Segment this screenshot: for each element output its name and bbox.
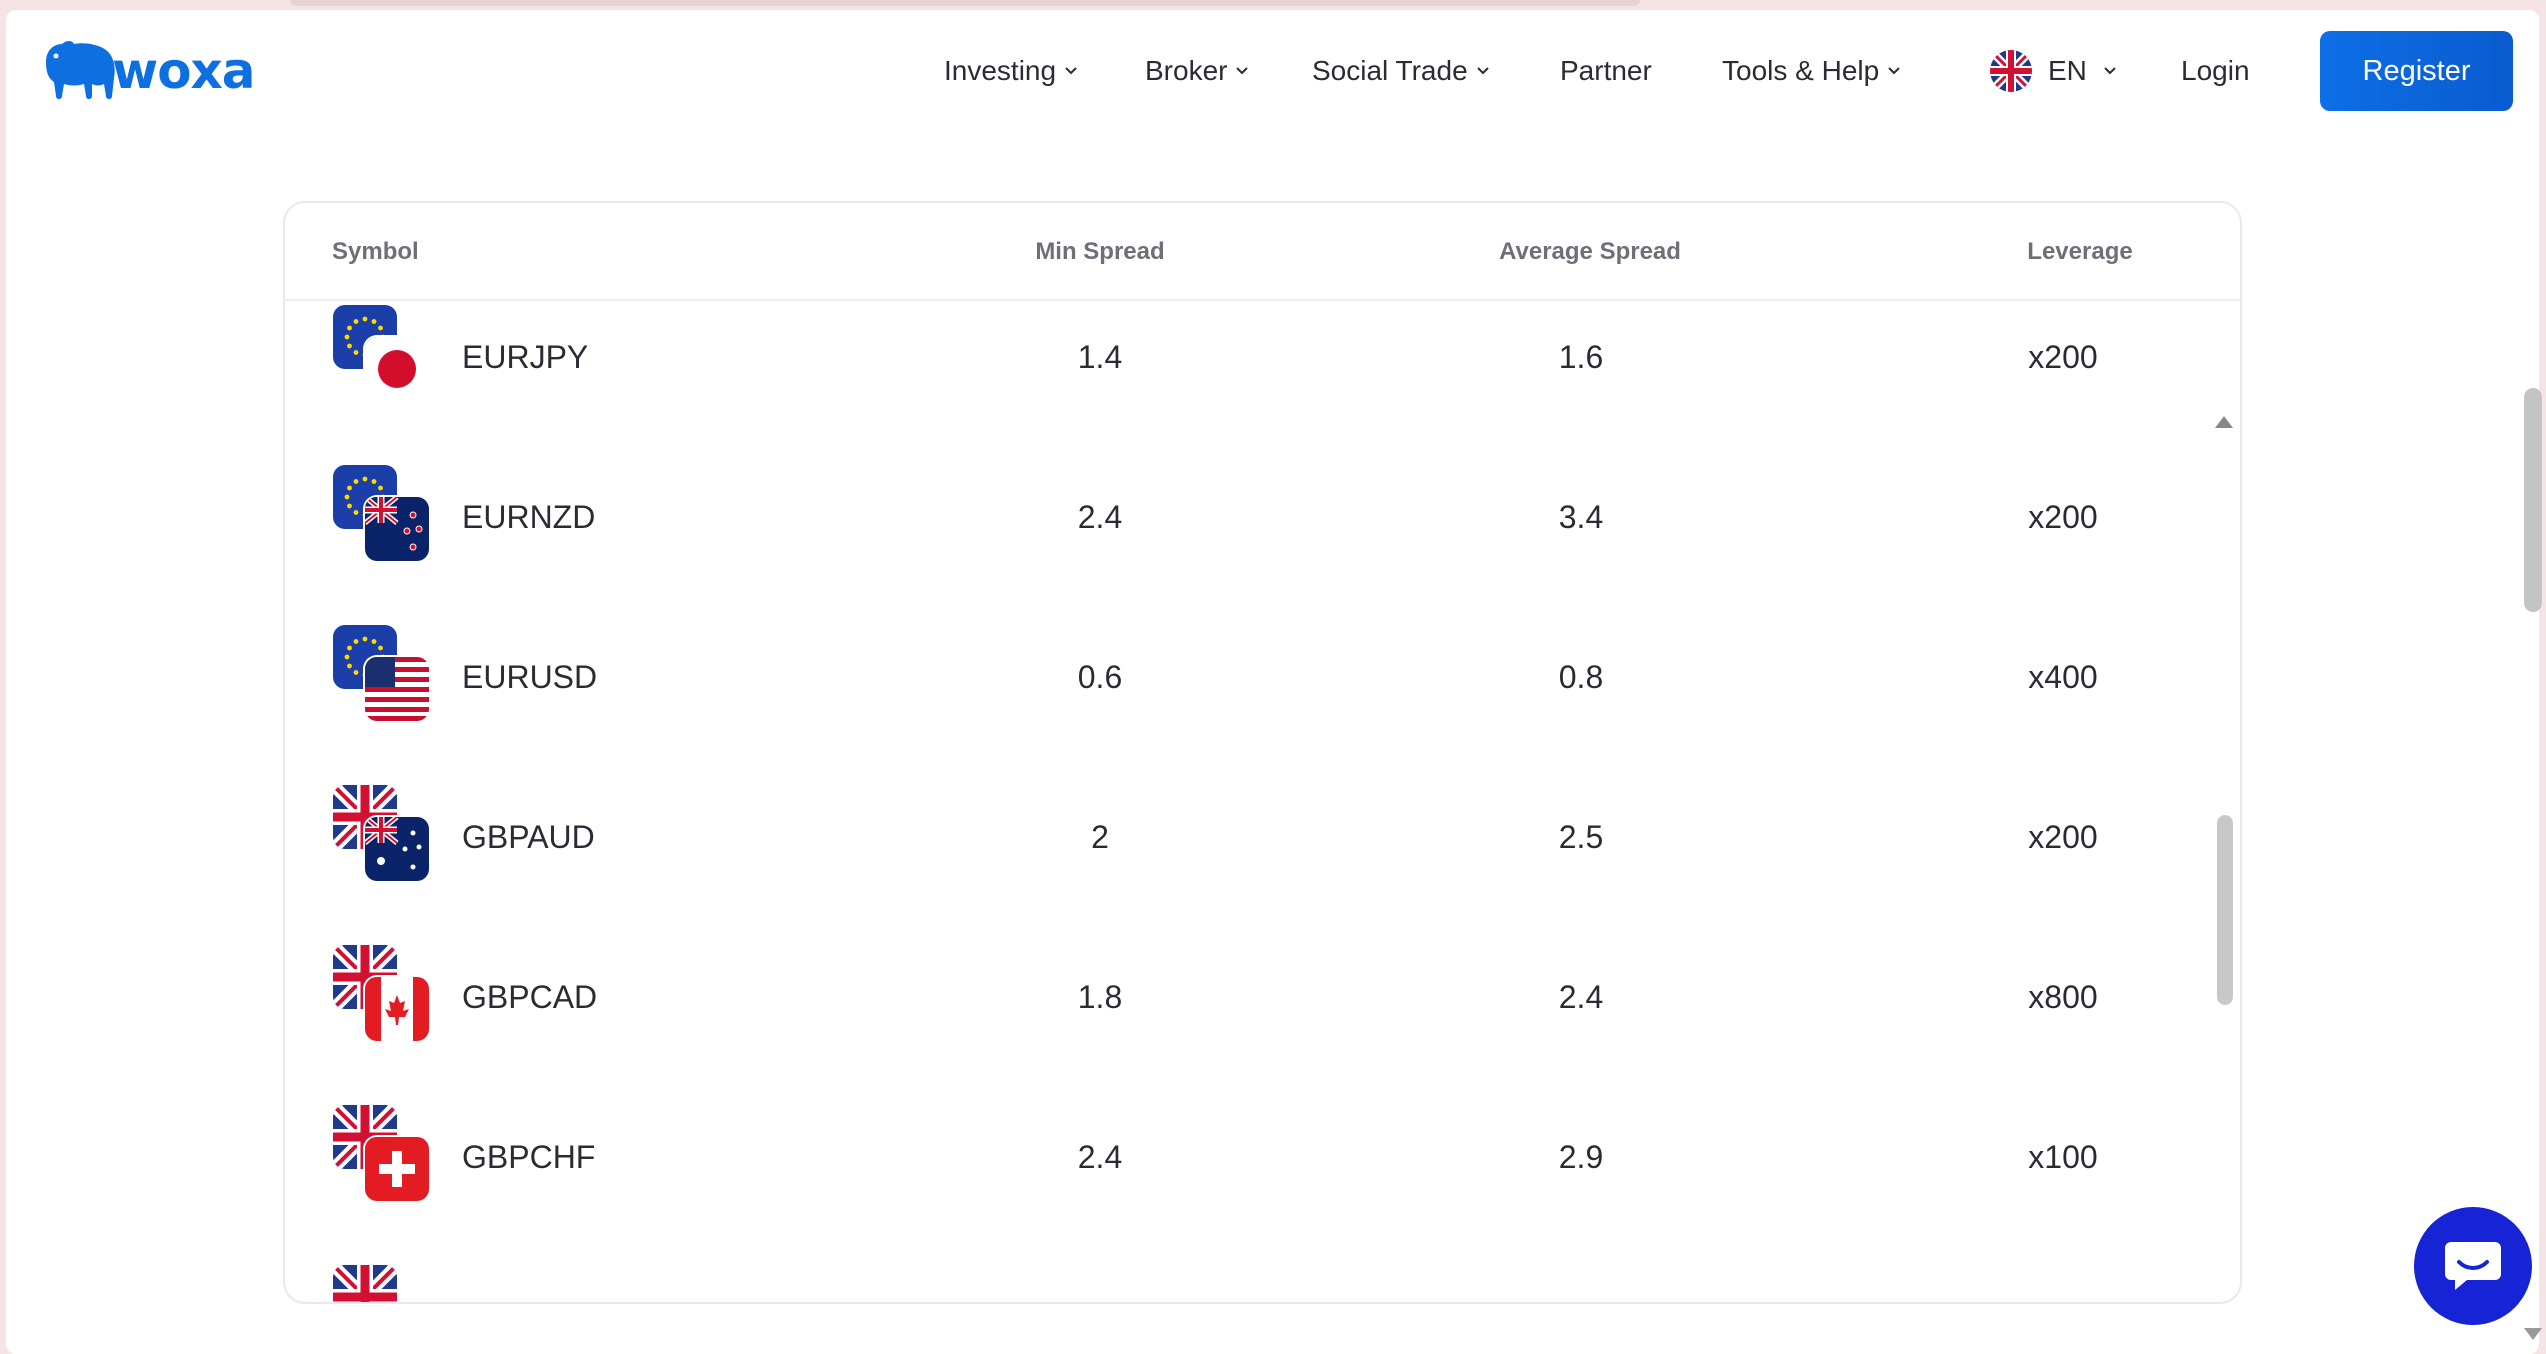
column-header-symbol: Symbol xyxy=(332,238,419,265)
switzerland-flag-icon xyxy=(365,1137,429,1201)
chevron-down-icon xyxy=(1065,67,1077,75)
pair-flags xyxy=(333,465,433,565)
canada-flag-icon xyxy=(365,977,429,1041)
column-header-average-spread: Average Spread xyxy=(1499,238,1681,265)
chevron-down-icon xyxy=(1888,67,1900,75)
nav-broker-label: Broker xyxy=(1145,55,1228,86)
main-nav: Investing Broker Social Trade Partner To… xyxy=(0,34,2546,108)
pair-flags xyxy=(333,1105,433,1205)
leverage-cell: x200 xyxy=(2028,498,2098,535)
average-spread-cell: 2.5 xyxy=(1558,818,1604,855)
symbol-cell: GBPCAD xyxy=(462,978,598,1015)
leverage-cell: x200 xyxy=(2028,338,2098,375)
uk-flag-icon xyxy=(1990,50,2032,92)
pair-flags xyxy=(333,945,433,1045)
table-scrollbar-thumb[interactable] xyxy=(2217,815,2233,1005)
nav-tools-help[interactable]: Tools & Help xyxy=(1722,34,1901,108)
table-row[interactable]: EURJPY 1.4 1.6 x200 xyxy=(285,303,2240,437)
chevron-down-icon xyxy=(1476,67,1489,75)
average-spread-cell: 3.4 xyxy=(1558,498,1604,535)
spread-table: Symbol Min Spread Average Spread Leverag… xyxy=(283,201,2242,1304)
symbol-cell: GBPJPY xyxy=(462,1237,588,1303)
pair-flags xyxy=(333,1265,433,1302)
login-label: Login xyxy=(2181,55,2250,86)
min-spread-cell: 1.8 xyxy=(1077,978,1123,1015)
leverage-cell: x100 xyxy=(2028,1138,2098,1175)
japan-flag-icon xyxy=(365,337,429,401)
chevron-down-icon xyxy=(2104,67,2116,75)
min-spread-cell: 1.4 xyxy=(1077,338,1123,375)
nav-social-trade[interactable]: Social Trade xyxy=(1312,34,1490,108)
column-header-min-spread: Min Spread xyxy=(1035,238,1165,265)
login-link[interactable]: Login xyxy=(2181,34,2250,108)
average-spread-cell: 0.8 xyxy=(1558,658,1604,695)
table-row[interactable]: GBPAUD 2 2.5 x200 xyxy=(285,757,2240,917)
min-spread-cell: 0.6 xyxy=(1077,658,1123,695)
symbol-cell: GBPCHF xyxy=(462,1138,596,1175)
pair-flags xyxy=(333,785,433,885)
table-header: Symbol Min Spread Average Spread Leverag… xyxy=(285,203,2240,301)
chevron-down-icon xyxy=(1236,67,1249,75)
uk-flag-icon xyxy=(333,1265,397,1302)
min-spread-cell: 2.4 xyxy=(1077,1138,1123,1175)
average-spread-cell: 1.6 xyxy=(1558,338,1604,375)
min-spread-cell: 2 xyxy=(1091,818,1109,855)
leverage-cell: x800 xyxy=(2028,978,2098,1015)
symbol-cell: EURJPY xyxy=(462,338,589,375)
min-spread-cell: 2.4 xyxy=(1077,498,1123,535)
nav-investing-label: Investing xyxy=(944,55,1057,86)
page-scroll-down-icon[interactable] xyxy=(2524,1328,2542,1340)
table-row[interactable]: GBPCAD 1.8 2.4 x800 xyxy=(285,917,2240,1077)
nav-partner-label: Partner xyxy=(1560,55,1652,86)
register-button[interactable]: Register xyxy=(2320,31,2513,111)
usa-flag-icon xyxy=(365,657,429,721)
leverage-cell: x200 xyxy=(2028,818,2098,855)
table-scroll-up-icon[interactable] xyxy=(2215,416,2233,428)
browser-top-strip xyxy=(290,0,1640,6)
table-row[interactable]: GBPCHF 2.4 2.9 x100 xyxy=(285,1077,2240,1237)
table-body[interactable]: EURJPY 1.4 1.6 x200 EURNZD 2.4 3.4 x200 … xyxy=(285,303,2240,1303)
pair-flags xyxy=(333,305,433,405)
chat-bubble-icon xyxy=(2445,1242,2501,1290)
australia-flag-icon xyxy=(365,817,429,881)
symbol-cell: EURUSD xyxy=(462,658,598,695)
table-row[interactable]: GBPJPY xyxy=(285,1237,2240,1303)
chat-button[interactable] xyxy=(2414,1207,2532,1325)
symbol-cell: EURNZD xyxy=(462,498,596,535)
page-scrollbar-thumb[interactable] xyxy=(2524,388,2542,612)
pair-flags xyxy=(333,625,433,725)
column-header-leverage: Leverage xyxy=(2027,238,2133,265)
table-row[interactable]: EURUSD 0.6 0.8 x400 xyxy=(285,597,2240,757)
average-spread-cell: 2.4 xyxy=(1558,978,1604,1015)
nav-tools-help-label: Tools & Help xyxy=(1722,55,1880,86)
language-selector[interactable]: EN xyxy=(1990,34,2117,108)
nav-investing[interactable]: Investing xyxy=(944,34,1078,108)
nav-social-trade-label: Social Trade xyxy=(1312,55,1468,86)
new-zealand-flag-icon xyxy=(365,497,429,561)
table-row[interactable]: EURNZD 2.4 3.4 x200 xyxy=(285,437,2240,597)
average-spread-cell: 2.9 xyxy=(1558,1138,1604,1175)
leverage-cell: x400 xyxy=(2028,658,2098,695)
nav-broker[interactable]: Broker xyxy=(1145,34,1249,108)
symbol-cell: GBPAUD xyxy=(462,818,595,855)
language-code: EN xyxy=(2048,55,2087,86)
nav-partner[interactable]: Partner xyxy=(1560,34,1652,108)
